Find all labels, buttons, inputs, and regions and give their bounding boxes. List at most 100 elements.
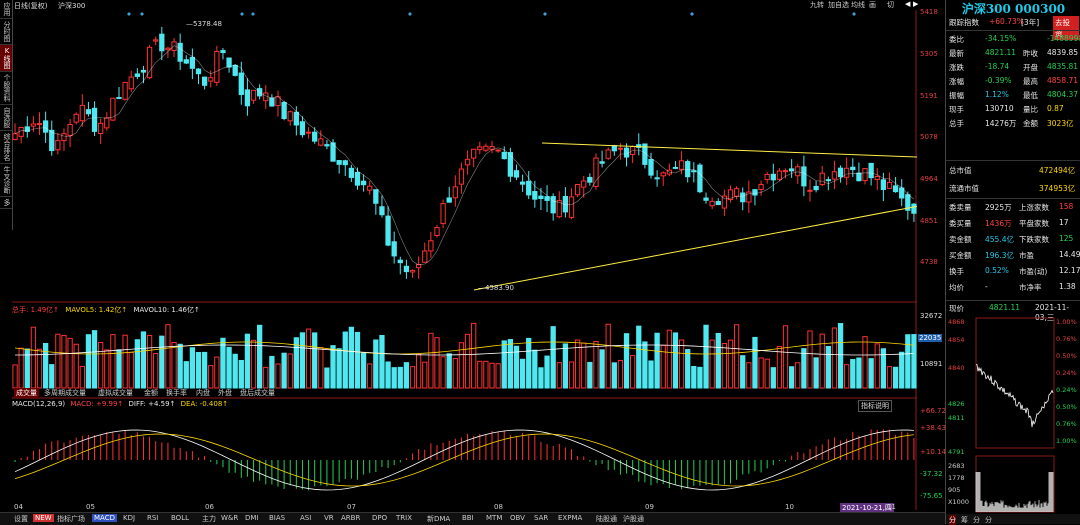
candle-body [672, 166, 679, 169]
indicator-tab-4[interactable]: KDJ [123, 514, 135, 522]
volume-tab-6[interactable]: 外盘 [218, 388, 232, 398]
draw-button[interactable]: 画 [869, 0, 876, 10]
volume-bar [98, 341, 104, 389]
switch-button[interactable]: 切 [887, 0, 894, 10]
volume-bar [214, 356, 220, 389]
volume-tab-0[interactable]: 成交量 [14, 388, 39, 398]
indicator-tab-8[interactable]: W&R [221, 514, 238, 522]
candle-body [373, 189, 379, 204]
indicator-help-button[interactable]: 指标说明 [858, 400, 892, 412]
volume-bar [617, 359, 624, 389]
indicator-tab-5[interactable]: RSI [147, 514, 158, 522]
prev-icon[interactable]: ◀ [905, 0, 910, 8]
indicator-tab-1[interactable]: NEW [33, 514, 54, 522]
quote-label: 振幅 [949, 91, 964, 100]
volume-bar [440, 356, 446, 389]
candle-body [348, 167, 355, 178]
candle-body [538, 195, 544, 200]
volume-tab-3[interactable]: 金额 [144, 388, 158, 398]
quote-value: 2925万 [985, 203, 1012, 212]
left-tab-1[interactable]: 分时图 [0, 19, 12, 45]
market-label: 总市值 [949, 166, 972, 175]
chart-canvas[interactable] [12, 10, 917, 510]
volume-bar [477, 360, 483, 389]
indicator-tab-0[interactable]: 设置 [14, 514, 28, 524]
candle-body [214, 50, 220, 83]
indicator-tab-17[interactable]: BBI [462, 514, 474, 522]
volume-bar [807, 330, 813, 389]
next-icon[interactable]: ▶ [913, 0, 918, 8]
volume-tab-2[interactable]: 虚拟成交量 [98, 388, 133, 398]
candle-body [281, 101, 287, 120]
volume-bar [727, 339, 734, 389]
volume-tab-4[interactable]: 换手率 [166, 388, 187, 398]
indicator-tab-16[interactable]: 新DMA [427, 514, 450, 524]
indicator-tab-22[interactable]: 陆股通 [596, 514, 617, 524]
intraday-pct-tick: 1.00% [1056, 437, 1077, 445]
indicator-tab-15[interactable]: TRIX [396, 514, 412, 522]
price-tick: 5191 [920, 92, 938, 100]
quote-label: 现手 [949, 105, 964, 114]
indicator-tab-7[interactable]: 主力 [202, 514, 216, 524]
indicator-tab-2[interactable]: 指标广场 [57, 514, 85, 524]
quote-value: 455.4亿 [985, 235, 1014, 244]
candle-body [73, 113, 79, 123]
indicator-tab-12[interactable]: VR [324, 514, 334, 522]
volume-bar [79, 365, 85, 389]
left-tab-0[interactable]: 应用 [0, 0, 12, 19]
left-tab-3[interactable]: 个股资料 [0, 72, 12, 105]
volume-tab-5[interactable]: 内盘 [196, 388, 210, 398]
left-tab-4[interactable]: 自选股 [0, 105, 12, 131]
indicator-tab-11[interactable]: ASI [300, 514, 311, 522]
signal-marker-icon [408, 12, 412, 16]
jiuzhuan-button[interactable]: 九转 [810, 0, 824, 10]
candle-body [911, 203, 917, 214]
intraday-price-tick: 4826 [948, 400, 965, 408]
market-value-row: 总市值 472494亿 [949, 164, 1079, 176]
left-tab-7[interactable]: 多 [0, 197, 12, 209]
volume-bar [415, 353, 422, 389]
indicator-tab-19[interactable]: OBV [510, 514, 525, 522]
indicator-tab-18[interactable]: MTM [486, 514, 502, 522]
quote-value: 0.52% [985, 266, 1009, 275]
quote-label: 市盈(动) [1019, 267, 1048, 276]
candle-body [360, 180, 367, 186]
add-watchlist-button[interactable]: 加自选 [828, 0, 849, 10]
candle-body [195, 68, 202, 75]
quote-value: 14.49 [1059, 250, 1080, 259]
volume-tab-1[interactable]: 多周期成交量 [44, 388, 86, 398]
indicator-tab-9[interactable]: DMI [245, 514, 259, 522]
indicator-tab-23[interactable]: 沪股通 [623, 514, 644, 524]
volume-bar [526, 337, 532, 389]
indicator-tab-10[interactable]: BIAS [269, 514, 285, 522]
macd-axis-tick: -75.65 [920, 492, 943, 500]
volume-bar [312, 332, 318, 389]
volume-bar [789, 366, 795, 389]
quote-label: 量比 [1023, 105, 1038, 114]
macd-header: MACD(12,26,9) MACD: +9.99↑ DIFF: +4.59↑ … [12, 400, 228, 408]
quote-row: 卖金额 455.4亿 下跌家数 125 [949, 233, 1079, 245]
left-tab-2[interactable]: K线图 [0, 45, 12, 72]
indicator-tab-14[interactable]: DPO [372, 514, 387, 522]
quote-label: 委卖量 [949, 203, 972, 212]
intraday-chart[interactable] [946, 316, 1080, 514]
left-tab-6[interactable]: 牛叉诊断 [0, 164, 12, 197]
macd-bars [14, 429, 915, 491]
x-axis-tick: 06 [205, 503, 214, 511]
indicator-tab-6[interactable]: BOLL [171, 514, 189, 522]
volume-tab-7[interactable]: 盘后成交量 [240, 388, 275, 398]
candle-body [654, 177, 660, 180]
volume-bar [746, 362, 752, 389]
x-axis-tick: 10 [785, 503, 794, 511]
volume-bar [385, 361, 391, 389]
x-axis-tick: 08 [494, 503, 503, 511]
ma-button[interactable]: 均线 [851, 0, 865, 10]
candle-body [623, 147, 630, 158]
indicator-tab-13[interactable]: ARBR [341, 514, 360, 522]
indicator-tab-21[interactable]: EXPMA [558, 514, 582, 522]
indicator-tab-20[interactable]: SAR [534, 514, 548, 522]
indicator-tab-3[interactable]: MACD [92, 514, 117, 522]
market-value: 374953亿 [1039, 184, 1076, 193]
left-tab-5[interactable]: 综合排名 [0, 131, 12, 164]
now-value: 4821.11 [989, 303, 1021, 312]
